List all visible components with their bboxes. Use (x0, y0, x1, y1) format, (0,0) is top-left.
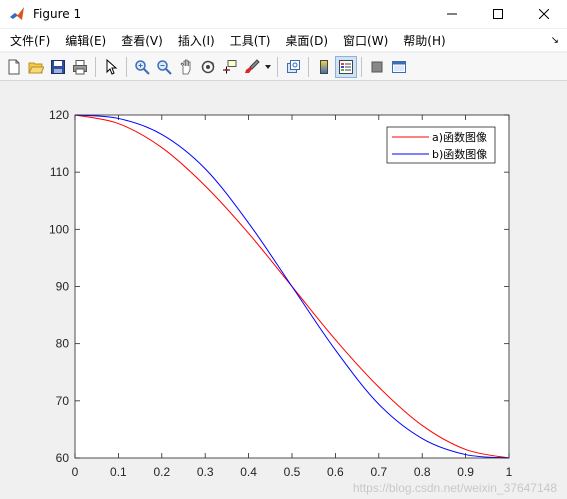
menu-help[interactable]: 帮助(H) (398, 32, 450, 49)
x-tick-label: 0.9 (457, 465, 474, 479)
maximize-button[interactable] (475, 0, 521, 28)
x-tick-label: 0.5 (284, 465, 301, 479)
save-icon[interactable] (47, 56, 69, 78)
menu-tools[interactable]: 工具(T) (225, 32, 276, 49)
matlab-logo-icon (9, 6, 25, 22)
window-title: Figure 1 (33, 7, 82, 21)
dock-arrow-icon[interactable]: ↘ (551, 35, 559, 46)
legend-icon[interactable] (335, 55, 357, 78)
colorbar-icon[interactable] (313, 56, 335, 78)
y-tick-label: 100 (49, 222, 69, 236)
menu-view[interactable]: 查看(V) (116, 32, 168, 49)
x-tick-label: 1 (506, 465, 513, 479)
y-tick-label: 70 (56, 394, 70, 408)
print-icon[interactable] (69, 56, 91, 78)
rotate-3d-icon[interactable] (197, 56, 219, 78)
pan-icon[interactable] (175, 56, 197, 78)
menu-file[interactable]: 文件(F) (5, 32, 55, 49)
y-tick-label: 80 (56, 337, 70, 351)
toolbar-separator (126, 56, 127, 77)
menu-window[interactable]: 窗口(W) (338, 32, 393, 49)
legend-label-a: a)函数图像 (432, 131, 487, 144)
show-plot-tools-icon[interactable] (388, 56, 410, 78)
link-plot-icon[interactable] (282, 56, 304, 78)
menu-edit[interactable]: 编辑(E) (60, 32, 111, 49)
y-tick-label: 110 (50, 165, 69, 179)
hide-plot-tools-icon[interactable] (366, 56, 388, 78)
x-tick-label: 0.8 (414, 465, 431, 479)
x-tick-label: 0.3 (197, 465, 214, 479)
y-tick-label: 90 (56, 280, 70, 294)
x-tick-label: 0.4 (240, 465, 257, 479)
brush-icon[interactable] (241, 56, 263, 78)
minimize-button[interactable] (429, 0, 475, 28)
watermark-text: https://blog.csdn.net/weixin_37647148 (352, 481, 557, 495)
close-button[interactable] (521, 0, 567, 28)
plot-canvas[interactable]: 60 70 80 90 100 110 120 0 0.1 0.2 0.3 0.4 0.5 0.6 0.7… (0, 82, 567, 499)
x-tick-label: 0 (72, 465, 79, 479)
menu-desktop[interactable]: 桌面(D) (280, 32, 333, 49)
new-figure-icon[interactable] (3, 56, 25, 78)
x-tick-label: 0.1 (110, 465, 127, 479)
zoom-in-icon[interactable] (131, 56, 153, 78)
x-tick-label: 0.6 (327, 465, 344, 479)
toolbar-separator (95, 56, 96, 77)
x-tick-label: 0.7 (370, 465, 387, 479)
pointer-icon[interactable] (100, 56, 122, 78)
legend[interactable]: a)函数图像 b)函数图像 (386, 126, 496, 164)
menu-insert[interactable]: 插入(I) (173, 32, 220, 49)
x-tick-label: 0.2 (153, 465, 170, 479)
zoom-out-icon[interactable] (153, 56, 175, 78)
window-controls (429, 0, 567, 28)
figure-toolbar (0, 53, 567, 81)
toolbar-separator (277, 56, 278, 77)
legend-label-b: b)函数图像 (432, 148, 487, 161)
menu-bar: 文件(F) 编辑(E) 查看(V) 插入(I) 工具(T) 桌面(D) 窗口(W… (0, 29, 567, 51)
title-bar: Figure 1 (0, 0, 567, 28)
data-cursor-icon[interactable] (219, 56, 241, 78)
toolbar-separator (308, 56, 309, 77)
y-tick-label: 120 (49, 108, 69, 122)
toolbar-separator (361, 56, 362, 77)
figure-area: 60 70 80 90 100 110 120 0 0.1 0.2 0.3 0.4 0.5 0.6 0.7… (0, 82, 567, 499)
y-tick-label: 60 (56, 451, 70, 465)
open-file-icon[interactable] (25, 56, 47, 78)
brush-menu-arrow-icon[interactable] (263, 56, 273, 78)
